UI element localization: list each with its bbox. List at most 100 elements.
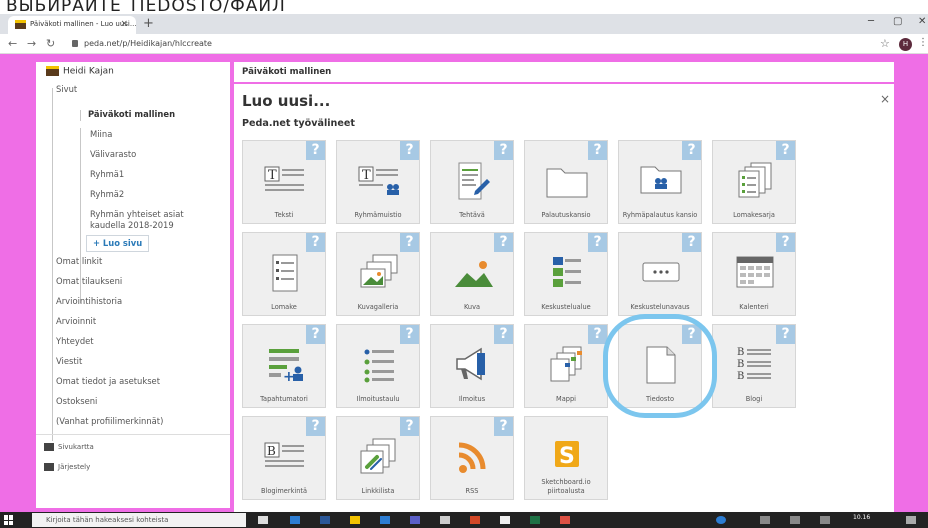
sidebar-item-ryhma1[interactable]: Ryhmä1 xyxy=(90,169,124,180)
help-badge[interactable]: ? xyxy=(306,233,325,252)
bookmark-star-icon[interactable]: ☆ xyxy=(880,37,890,50)
tile-ilmoitustaulu[interactable]: ? Ilmoitustaulu xyxy=(336,324,420,408)
sidebar-user-name: Heidi Kajan xyxy=(63,66,114,77)
tile-tapahtumatori[interactable]: + ? Tapahtumatori xyxy=(242,324,326,408)
tile-sketchboard[interactable]: S Sketchboard.io piirtoalusta xyxy=(524,416,608,500)
edge-icon[interactable] xyxy=(290,516,300,524)
menu-kebab-icon[interactable]: ⋮ xyxy=(918,37,928,48)
taskview-icon[interactable] xyxy=(258,516,268,524)
reload-icon[interactable]: ↻ xyxy=(46,37,55,50)
help-badge[interactable]: ? xyxy=(400,233,419,252)
sidebar-item-ryhman-yhteiset-asiat[interactable]: Ryhmän yhteiset asiat xyxy=(90,209,184,220)
tile-tehtava[interactable]: ? Tehtävä xyxy=(430,140,514,224)
sidebar-item-kaudella[interactable]: kaudella 2018-2019 xyxy=(90,220,174,231)
help-badge[interactable]: ? xyxy=(588,233,607,252)
minimize-icon[interactable]: ─ xyxy=(868,16,874,27)
tile-lomakesarja[interactable]: ? Lomakesarja xyxy=(712,140,796,224)
sidebar-item-paivakoti-mallinen[interactable]: Päiväkoti mallinen xyxy=(88,109,175,120)
help-badge[interactable]: ? xyxy=(776,233,795,252)
help-badge[interactable]: ? xyxy=(588,325,607,344)
maximize-icon[interactable]: ▢ xyxy=(893,16,902,27)
taskbar-clock[interactable]: 10.16 xyxy=(853,514,870,521)
taskbar-search[interactable]: Kirjoita tähän hakeaksesi kohteista xyxy=(32,513,246,527)
tile-ilmoitus[interactable]: ? Ilmoitus xyxy=(430,324,514,408)
mail-icon[interactable] xyxy=(380,516,390,524)
help-badge[interactable]: ? xyxy=(776,141,795,160)
task-icon xyxy=(458,162,490,200)
url-field[interactable]: peda.net/p/Heidikajan/hlccreate xyxy=(70,37,860,51)
teams-icon[interactable] xyxy=(410,516,420,524)
help-badge[interactable]: ? xyxy=(306,417,325,436)
arrange-link[interactable]: Järjestely xyxy=(44,463,90,471)
powerpoint-icon[interactable] xyxy=(470,516,480,524)
sidebar-item-yhteydet[interactable]: Yhteydet xyxy=(56,336,94,347)
window-close-icon[interactable]: ✕ xyxy=(918,16,926,27)
tile-ryhmamuistio[interactable]: T ? Ryhmämuistio xyxy=(336,140,420,224)
sidebar-item-valivarasto[interactable]: Välivarasto xyxy=(90,149,136,160)
tile-linkkilista[interactable]: ? Linkkilista xyxy=(336,416,420,500)
tile-palautuskansio[interactable]: ? Palautuskansio xyxy=(524,140,608,224)
help-badge[interactable]: ? xyxy=(682,141,701,160)
chrome-icon[interactable] xyxy=(560,516,570,524)
tab-close-icon[interactable]: × xyxy=(120,19,128,29)
windows-start-icon[interactable] xyxy=(4,515,14,525)
help-badge[interactable]: ? xyxy=(776,325,795,344)
settings-icon[interactable] xyxy=(500,516,510,524)
tile-blogi[interactable]: BBB ? Blogi xyxy=(712,324,796,408)
sidebar-item-arviointihistoria[interactable]: Arviointihistoria xyxy=(56,296,122,307)
sitemap-link[interactable]: Sivukartta xyxy=(44,443,94,451)
sidebar-item-vanhat-profiilimerkinnat[interactable]: (Vanhat profiilimerkinnät) xyxy=(56,416,163,427)
tile-keskustelunavaus[interactable]: ? Keskustelunavaus xyxy=(618,232,702,316)
create-page-button[interactable]: + Luo sivu xyxy=(86,235,150,252)
help-tray-icon[interactable] xyxy=(716,516,726,524)
help-badge[interactable]: ? xyxy=(494,141,513,160)
tile-kalenteri[interactable]: ? Kalenteri xyxy=(712,232,796,316)
new-tab-button[interactable]: + xyxy=(143,16,154,31)
tile-teksti[interactable]: T ? Teksti xyxy=(242,140,326,224)
sidebar-item-arvioinnit[interactable]: Arvioinnit xyxy=(56,316,96,327)
notifications-icon[interactable] xyxy=(906,516,916,524)
address-bar: ← → ↻ peda.net/p/Heidikajan/hlccreate ☆ … xyxy=(0,34,928,54)
tray-icon[interactable] xyxy=(760,516,770,524)
help-badge[interactable]: ? xyxy=(400,417,419,436)
help-badge[interactable]: ? xyxy=(494,417,513,436)
sidebar-item-omat-tiedot[interactable]: Omat tiedot ja asetukset xyxy=(56,376,160,387)
help-badge[interactable]: ? xyxy=(494,233,513,252)
volume-icon[interactable] xyxy=(820,516,830,524)
tile-keskustelualue[interactable]: ? Keskustelualue xyxy=(524,232,608,316)
word-icon[interactable] xyxy=(320,516,330,524)
excel-icon[interactable] xyxy=(530,516,540,524)
sidebar-item-ostokseni[interactable]: Ostokseni xyxy=(56,396,97,407)
tiedosto-highlight-circle xyxy=(603,314,717,418)
tile-blogimerkinta[interactable]: B ? Blogimerkintä xyxy=(242,416,326,500)
sidebar-item-omat-linkit[interactable]: Omat linkit xyxy=(56,256,102,267)
help-badge[interactable]: ? xyxy=(306,141,325,160)
explorer-icon[interactable] xyxy=(350,516,360,524)
help-badge[interactable]: ? xyxy=(400,325,419,344)
back-icon[interactable]: ← xyxy=(8,37,17,50)
sidebar-item-miina[interactable]: Miina xyxy=(90,129,112,140)
sidebar-user[interactable]: Heidi Kajan xyxy=(46,66,114,77)
app-icon[interactable] xyxy=(440,516,450,524)
tile-kuvagalleria[interactable]: ? Kuvagalleria xyxy=(336,232,420,316)
help-badge[interactable]: ? xyxy=(588,141,607,160)
forward-icon[interactable]: → xyxy=(27,37,36,50)
browser-tab[interactable]: Päiväkoti mallinen - Luo uusi... × xyxy=(8,16,137,34)
sidebar-item-viestit[interactable]: Viestit xyxy=(56,356,82,367)
profile-avatar[interactable]: H xyxy=(899,38,912,51)
help-badge[interactable]: ? xyxy=(306,325,325,344)
tray-icon[interactable] xyxy=(790,516,800,524)
help-badge[interactable]: ? xyxy=(400,141,419,160)
tile-lomake[interactable]: ? Lomake xyxy=(242,232,326,316)
dialog-close-icon[interactable]: × xyxy=(880,92,890,106)
tile-ryhmapalautus-kansio[interactable]: ? Ryhmäpalautus kansio xyxy=(618,140,702,224)
sidebar-item-ryhma2[interactable]: Ryhmä2 xyxy=(90,189,124,200)
tile-mappi[interactable]: ? Mappi xyxy=(524,324,608,408)
sidebar-item-sivut[interactable]: Sivut xyxy=(56,84,77,95)
tile-label: Mappi xyxy=(556,395,576,403)
tile-kuva[interactable]: ? Kuva xyxy=(430,232,514,316)
help-badge[interactable]: ? xyxy=(682,233,701,252)
tile-rss[interactable]: ? RSS xyxy=(430,416,514,500)
help-badge[interactable]: ? xyxy=(494,325,513,344)
sidebar-item-omat-tilaukseni[interactable]: Omat tilaukseni xyxy=(56,276,122,287)
